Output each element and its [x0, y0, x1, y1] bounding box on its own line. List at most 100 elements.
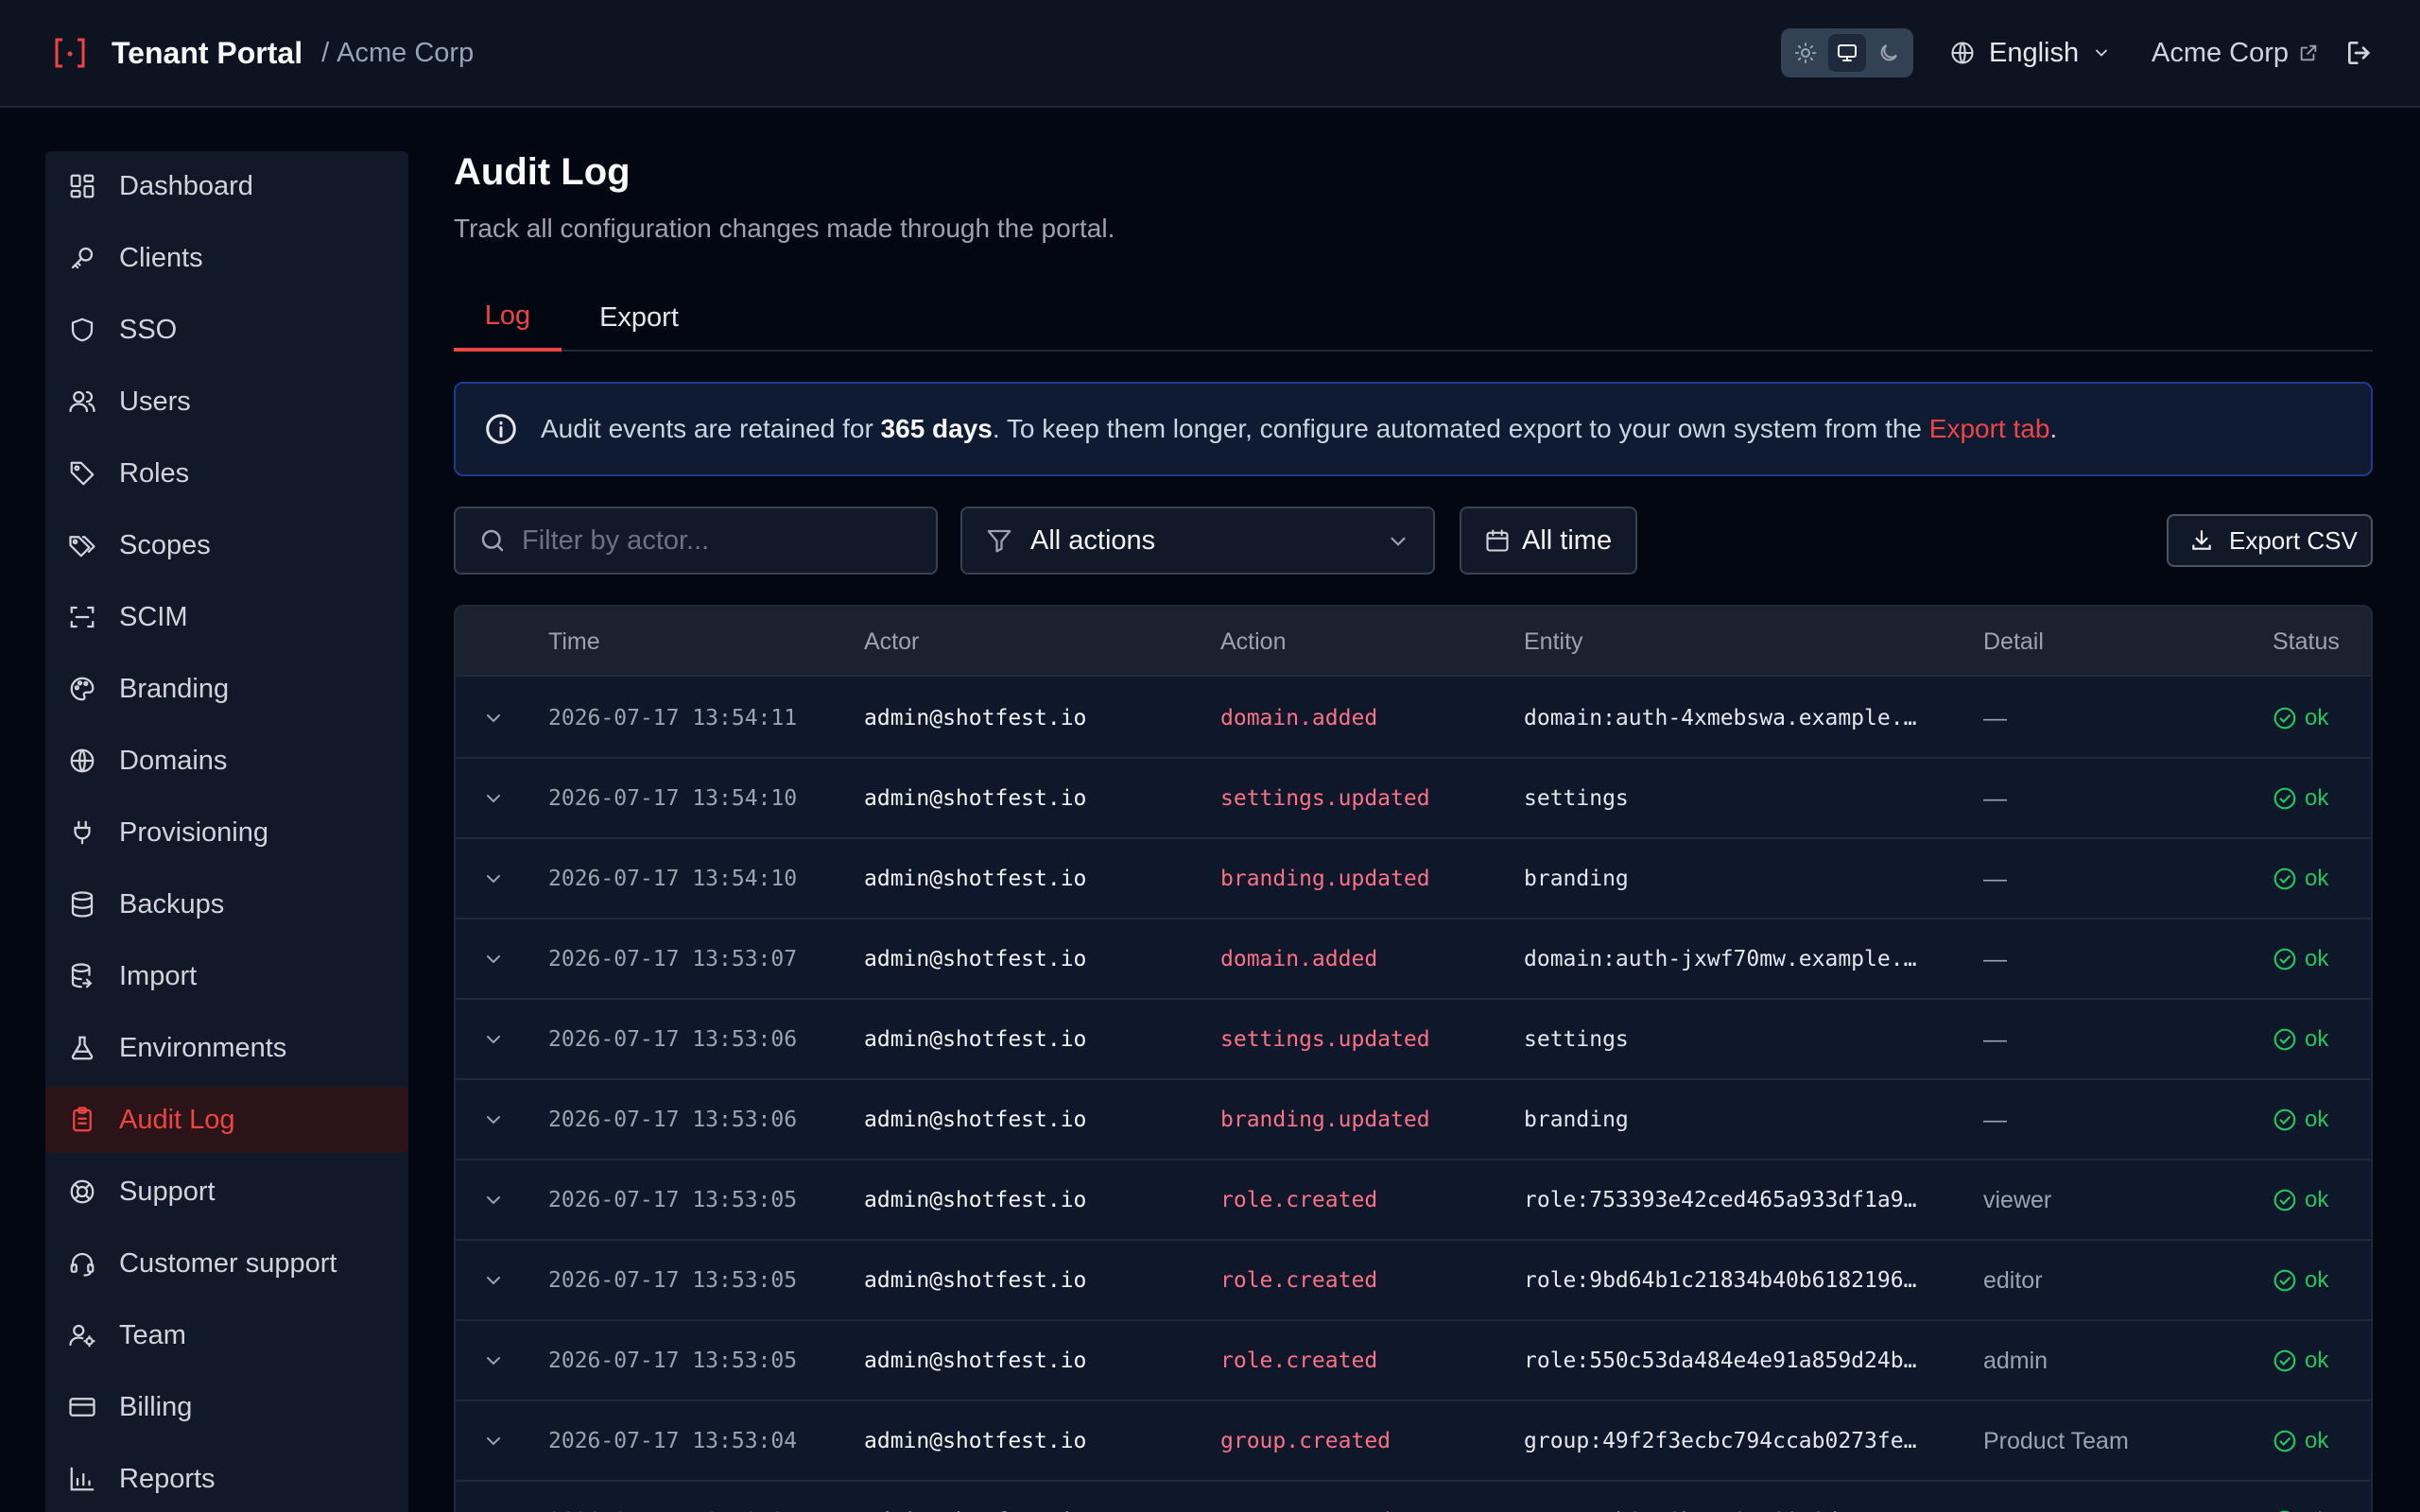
table-row[interactable]: 2026-07-17 13:53:04 admin@shotfest.io grou… [456, 1482, 2371, 1512]
column-header-entity[interactable]: Entity [1524, 607, 1583, 677]
sidebar-item-label: Import [119, 960, 198, 991]
cell-time: 2026-07-17 13:54:10 [548, 867, 798, 891]
chevron-down-icon [1391, 537, 1406, 546]
logout-icon[interactable] [2344, 38, 2375, 68]
table-row[interactable]: 2026-07-17 13:53:05 admin@shotfest.io role… [456, 1321, 2371, 1401]
sidebar-item-dashboard[interactable]: Dashboard [45, 153, 408, 219]
cell-time: 2026-07-17 13:53:07 [548, 947, 798, 971]
sidebar-item-provisioning[interactable]: Provisioning [45, 799, 408, 866]
globe-icon [70, 748, 95, 773]
export-csv-button[interactable]: Export CSV [2167, 514, 2373, 567]
sidebar-item-domains[interactable]: Domains [45, 728, 408, 794]
sidebar-item-reports[interactable]: Reports [45, 1446, 408, 1512]
column-header-detail[interactable]: Detail [1983, 607, 2044, 677]
brand[interactable]: Tenant Portal / Acme Corp [51, 32, 474, 74]
status-label: ok [2305, 1187, 2329, 1212]
column-header-status[interactable]: Status [2273, 607, 2340, 677]
audit-table: Time Actor Action Entity Detail Status 2… [454, 605, 2373, 1512]
sidebar-item-scopes[interactable]: Scopes [45, 512, 408, 578]
theme-dark-button[interactable] [1870, 34, 1908, 72]
calendar-icon [1486, 529, 1509, 552]
cell-detail: — [1983, 945, 2007, 972]
column-header-actor[interactable]: Actor [864, 607, 919, 677]
table-row[interactable]: 2026-07-17 13:53:07 admin@shotfest.io doma… [456, 919, 2371, 1000]
action-filter-select[interactable]: All actions [960, 507, 1435, 575]
table-row[interactable]: 2026-07-17 13:54:11 admin@shotfest.io doma… [456, 679, 2371, 759]
cell-entity: settings [1524, 786, 1629, 811]
cell-actor: admin@shotfest.io [864, 706, 1087, 730]
shield-icon [71, 318, 94, 342]
table-row[interactable]: 2026-07-17 13:53:05 admin@shotfest.io role… [456, 1160, 2371, 1241]
download-icon [2192, 530, 2211, 550]
sidebar-item-scim[interactable]: SCIM [45, 584, 408, 650]
chevron-down-icon [487, 1116, 500, 1125]
language-selector[interactable]: English [1949, 32, 2111, 74]
cell-detail: Engineering [1983, 1482, 2257, 1512]
cell-time: 2026-07-17 13:53:04 [548, 1429, 798, 1453]
row-expand-button[interactable] [475, 1160, 512, 1240]
table-row[interactable]: 2026-07-17 13:54:10 admin@shotfest.io sett… [456, 759, 2371, 839]
status-label: ok [2305, 946, 2329, 971]
row-expand-button[interactable] [475, 1482, 512, 1512]
key-icon [71, 247, 94, 269]
row-expand-button[interactable] [475, 759, 512, 838]
sidebar-item-clients[interactable]: Clients [45, 225, 408, 291]
row-expand-button[interactable] [475, 1321, 512, 1400]
sidebar-item-label: Support [119, 1176, 216, 1207]
app-title: Tenant Portal [112, 35, 303, 70]
sidebar-item-sso[interactable]: SSO [45, 297, 408, 363]
sidebar-item-users[interactable]: Users [45, 369, 408, 435]
table-row[interactable]: 2026-07-17 13:53:06 admin@shotfest.io bran… [456, 1080, 2371, 1160]
cell-entity: role:9bd64b1c21834b40b6182196… [1524, 1268, 1917, 1293]
chevron-down-icon [487, 875, 500, 884]
sidebar-item-branding[interactable]: Branding [45, 656, 408, 722]
sidebar-item-environments[interactable]: Environments [45, 1015, 408, 1081]
flask-icon [71, 1036, 94, 1060]
sidebar-item-support[interactable]: Support [45, 1159, 408, 1225]
org-external-link[interactable]: Acme Corp [2152, 32, 2319, 74]
notice-prefix: Audit events are retained for [541, 414, 881, 443]
info-icon [486, 414, 516, 444]
column-header-time[interactable]: Time [548, 607, 600, 677]
row-expand-button[interactable] [475, 1401, 512, 1481]
cell-time: 2026-07-17 13:53:05 [548, 1268, 798, 1293]
table-row[interactable]: 2026-07-17 13:53:05 admin@shotfest.io role… [456, 1241, 2371, 1321]
time-range-label: All time [1522, 524, 1613, 556]
row-expand-button[interactable] [475, 679, 512, 758]
theme-light-button[interactable] [1787, 34, 1824, 72]
export-tab-link[interactable]: Export tab [1929, 414, 2050, 443]
row-expand-button[interactable] [475, 919, 512, 999]
row-expand-button[interactable] [475, 1000, 512, 1079]
status-badge: ok [2273, 679, 2367, 758]
sidebar-item-team[interactable]: Team [45, 1302, 408, 1368]
chevron-down-icon [487, 955, 500, 964]
tab-log[interactable]: Log [454, 284, 562, 352]
time-range-button[interactable]: All time [1460, 507, 1637, 575]
cell-entity: branding [1524, 867, 1629, 891]
cell-time: 2026-07-17 13:53:05 [548, 1188, 798, 1212]
sidebar-item-audit-log[interactable]: Audit Log [45, 1087, 408, 1153]
table-row[interactable]: 2026-07-17 13:53:06 admin@shotfest.io sett… [456, 1000, 2371, 1080]
cell-action: settings.updated [1220, 1027, 1430, 1052]
plug-icon [74, 820, 91, 845]
table-row[interactable]: 2026-07-17 13:54:10 admin@shotfest.io bran… [456, 839, 2371, 919]
row-expand-button[interactable] [475, 839, 512, 919]
sidebar-item-backups[interactable]: Backups [45, 871, 408, 937]
chevron-down-icon [487, 714, 500, 723]
theme-switcher [1781, 28, 1913, 77]
theme-system-button[interactable] [1828, 34, 1866, 72]
filter-icon [987, 529, 1011, 553]
row-expand-button[interactable] [475, 1241, 512, 1320]
tab-export[interactable]: Export [577, 284, 701, 352]
cell-action: role.created [1220, 1268, 1378, 1293]
check-circle-icon [2273, 1349, 2296, 1372]
table-row[interactable]: 2026-07-17 13:53:04 admin@shotfest.io grou… [456, 1401, 2371, 1482]
actor-filter-input[interactable] [522, 524, 919, 557]
sidebar-item-customer-support[interactable]: Customer support [45, 1230, 408, 1297]
sidebar-item-roles[interactable]: Roles [45, 440, 408, 507]
row-expand-button[interactable] [475, 1080, 512, 1160]
sidebar-item-import[interactable]: Import [45, 943, 408, 1009]
column-header-action[interactable]: Action [1220, 607, 1286, 677]
sidebar-item-billing[interactable]: Billing [45, 1374, 408, 1440]
status-label: ok [2305, 705, 2329, 730]
